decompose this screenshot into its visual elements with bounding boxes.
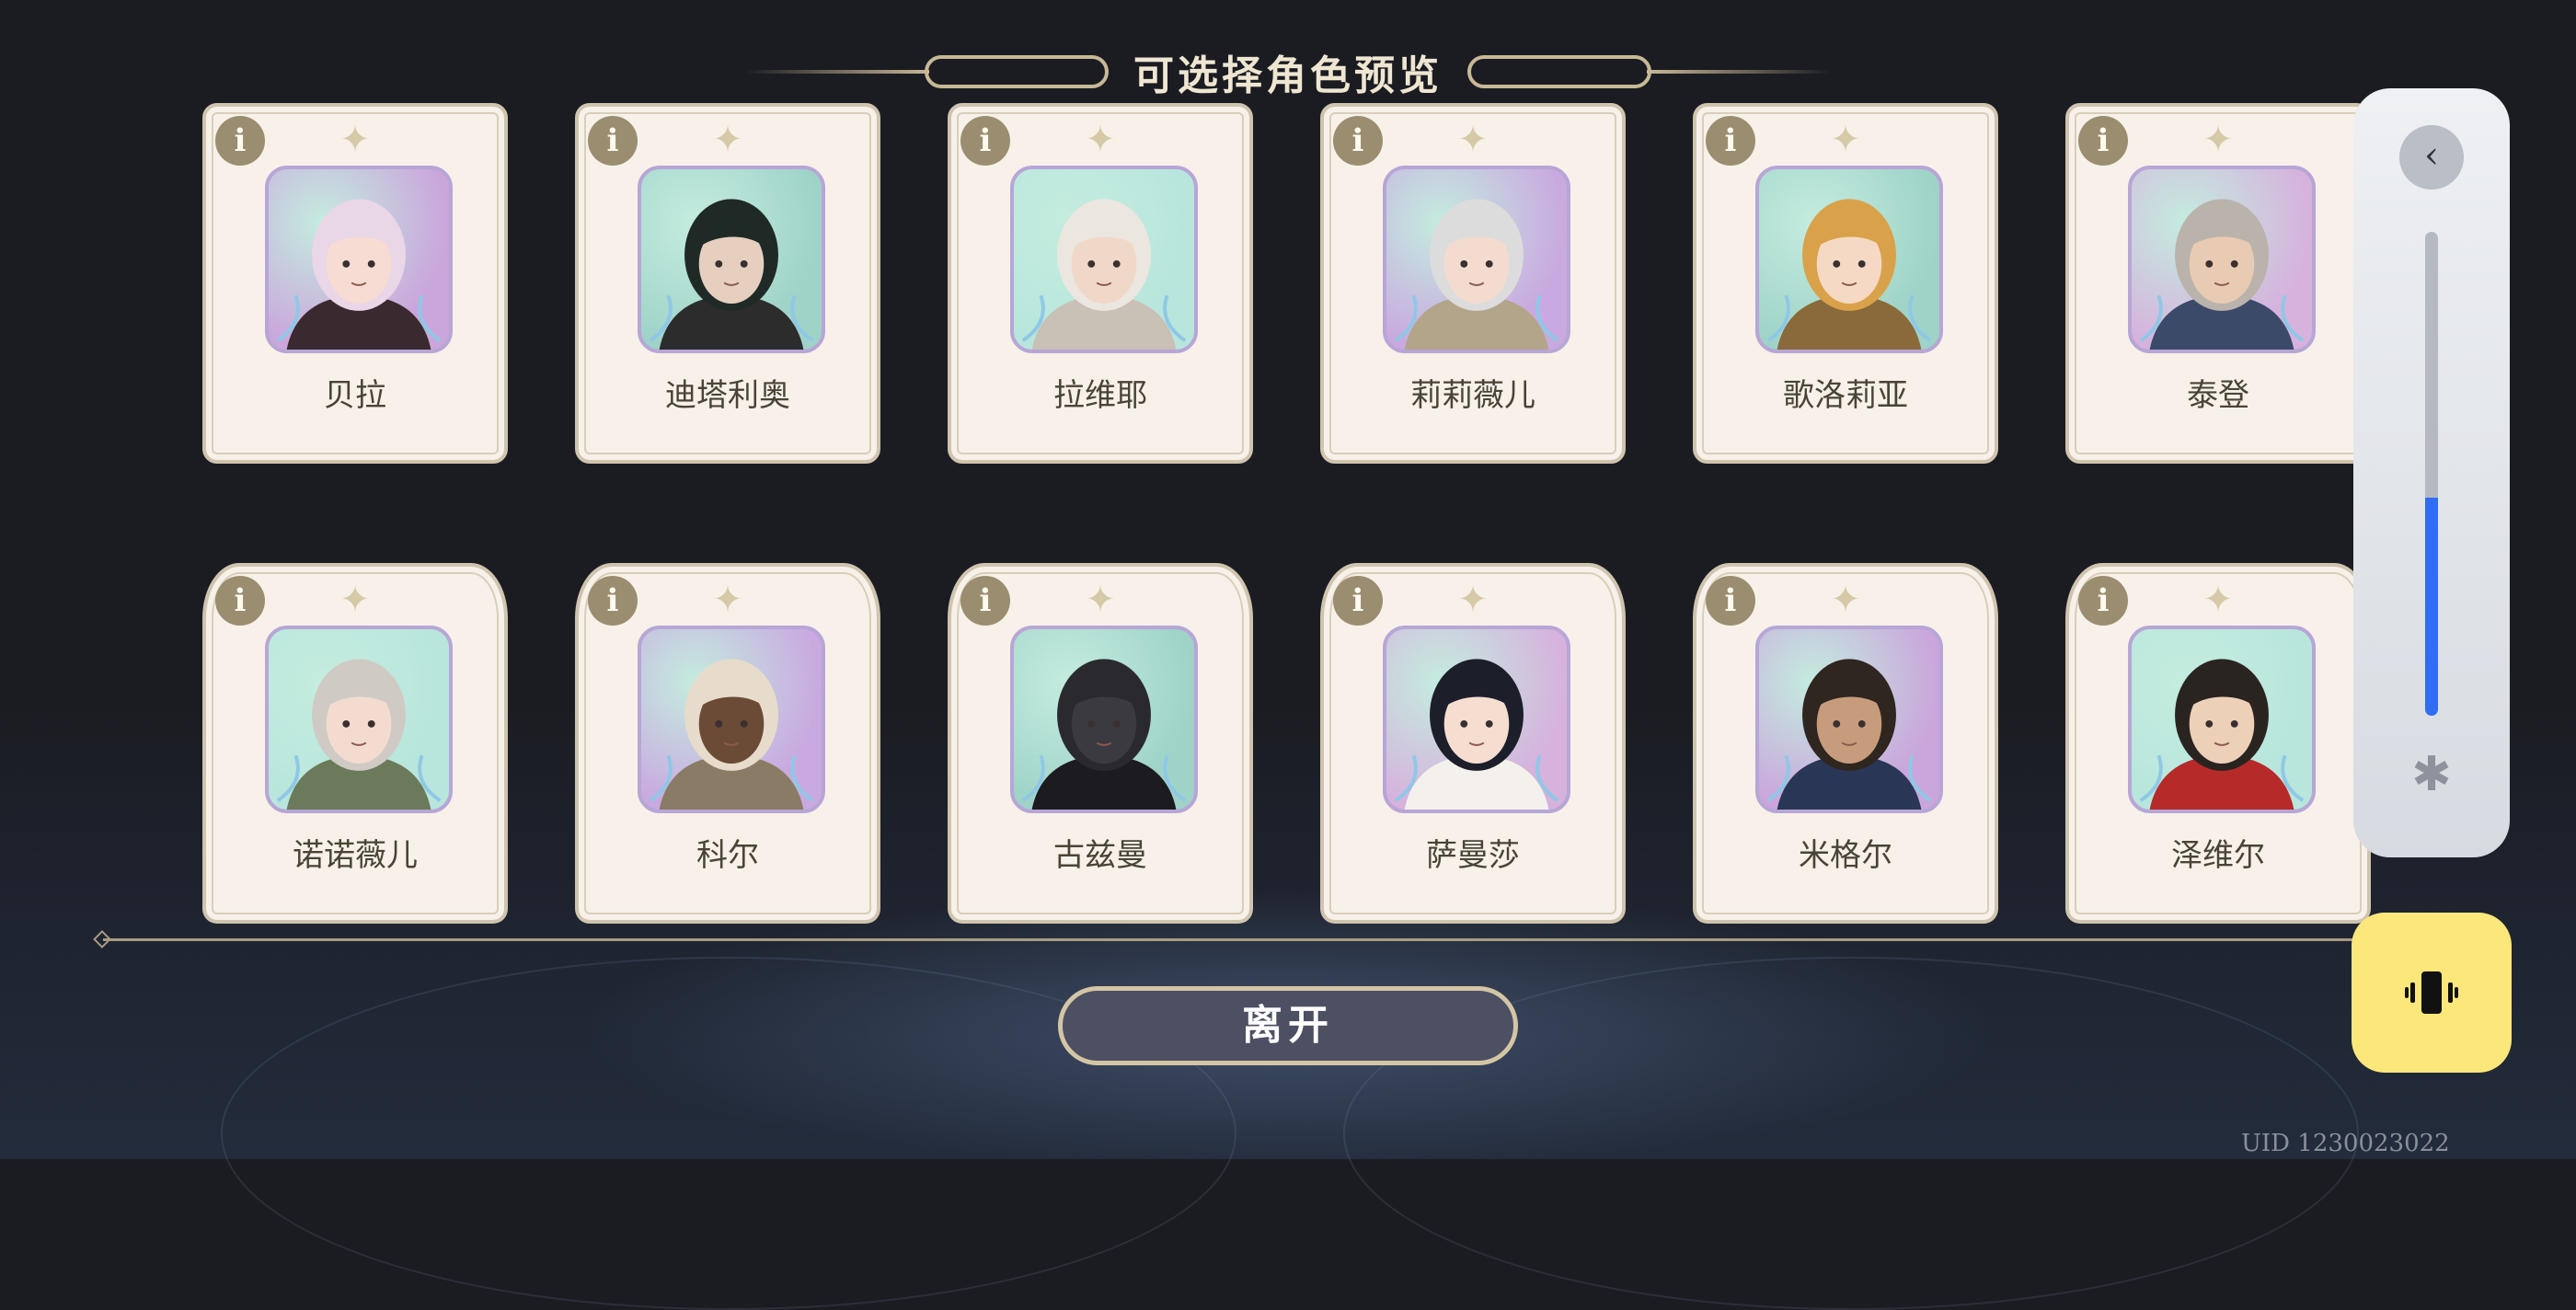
info-icon[interactable]: i (1706, 576, 1755, 626)
character-card[interactable]: ✦ i 萨曼莎 (1320, 563, 1626, 924)
info-icon[interactable]: i (1333, 576, 1383, 626)
sparkle-icon: ✦ (1085, 119, 1116, 161)
character-name: 歌洛莉亚 (1783, 377, 1908, 414)
divider (103, 938, 2353, 941)
character-grid: ✦ i 贝拉 ✦ i 迪塔利奥 ✦ i 拉维耶 ✦ i 莉莉薇儿 ✦ i 歌洛莉亚 ✦ i 泰登 ✦ i 诺诺薇儿 ✦ i 科… (202, 103, 2374, 931)
info-icon[interactable]: i (960, 576, 1010, 626)
portrait-art (2139, 659, 2305, 810)
character-card[interactable]: ✦ i 米格尔 (1693, 563, 1998, 924)
character-portrait (1383, 166, 1570, 353)
vibrate-button[interactable] (2352, 913, 2512, 1073)
sparkle-icon: ✦ (1830, 579, 1861, 621)
title-scroll-right (1467, 55, 1651, 88)
sparkle-icon: ✦ (712, 119, 743, 161)
character-name: 迪塔利奥 (665, 377, 790, 414)
portrait-art (649, 199, 814, 350)
character-card[interactable]: ✦ i 歌洛莉亚 (1693, 103, 1998, 464)
character-portrait (2128, 626, 2316, 813)
character-name: 科尔 (696, 837, 759, 874)
info-icon[interactable]: i (588, 116, 638, 166)
portrait-art (2139, 199, 2305, 350)
volume-level (2425, 498, 2438, 716)
volume-panel: ‹ ✱ (2353, 88, 2510, 857)
character-name: 米格尔 (1799, 837, 1892, 874)
character-card[interactable]: ✦ i 诺诺薇儿 (202, 563, 508, 924)
portrait-art (1394, 199, 1559, 350)
character-portrait (1383, 626, 1570, 813)
info-icon[interactable]: i (215, 116, 265, 166)
character-portrait (638, 626, 825, 813)
info-icon[interactable]: i (2078, 576, 2128, 626)
character-card[interactable]: ✦ i 拉维耶 (948, 103, 1253, 464)
portrait-art (276, 659, 442, 810)
character-portrait (1010, 626, 1198, 813)
character-name: 拉维耶 (1053, 377, 1147, 414)
portrait-art (1766, 659, 1932, 810)
portrait-art (1766, 199, 1932, 350)
uid-label: UID 1230023022 (2241, 1130, 2450, 1157)
character-name: 萨曼莎 (1426, 837, 1520, 874)
character-card[interactable]: ✦ i 泰登 (2065, 103, 2371, 464)
bluetooth-icon: ✱ (2411, 747, 2452, 802)
character-card[interactable]: ✦ i 古兹曼 (948, 563, 1253, 924)
character-portrait (1755, 166, 1943, 353)
sparkle-icon: ✦ (1457, 119, 1489, 161)
sparkle-icon: ✦ (2202, 119, 2234, 161)
character-name: 贝拉 (324, 377, 386, 414)
character-portrait (265, 626, 453, 813)
character-portrait (1010, 166, 1198, 353)
portrait-art (649, 659, 814, 810)
portrait-art (1021, 199, 1187, 350)
portrait-art (1021, 659, 1187, 810)
title-ornament-right (1647, 70, 1831, 74)
character-name: 古兹曼 (1053, 837, 1147, 874)
character-name: 莉莉薇儿 (1410, 377, 1535, 414)
character-name: 泰登 (2187, 377, 2249, 414)
character-portrait (265, 166, 453, 353)
vibrate-icon (2405, 971, 2458, 1014)
character-portrait (638, 166, 825, 353)
leave-button[interactable]: 离开 (1058, 986, 1518, 1065)
sparkle-icon: ✦ (1830, 119, 1861, 161)
sparkle-icon: ✦ (2202, 579, 2234, 621)
character-card[interactable]: ✦ i 莉莉薇儿 (1320, 103, 1626, 464)
volume-slider[interactable] (2425, 232, 2438, 716)
character-portrait (2128, 166, 2316, 353)
sparkle-icon: ✦ (339, 579, 371, 621)
portrait-art (1394, 659, 1559, 810)
title-banner: 可选择角色预览 (736, 37, 1840, 101)
character-card[interactable]: ✦ i 迪塔利奥 (575, 103, 880, 464)
info-icon[interactable]: i (960, 116, 1010, 166)
character-name: 诺诺薇儿 (293, 837, 418, 874)
sparkle-icon: ✦ (339, 119, 371, 161)
sparkle-icon: ✦ (1457, 579, 1489, 621)
info-icon[interactable]: i (588, 576, 638, 626)
character-card[interactable]: ✦ i 科尔 (575, 563, 880, 924)
info-icon[interactable]: i (1706, 116, 1755, 166)
sparkle-icon: ✦ (1085, 579, 1116, 621)
character-portrait (1755, 626, 1943, 813)
character-name: 泽维尔 (2171, 837, 2265, 874)
character-card[interactable]: ✦ i 泽维尔 (2065, 563, 2371, 924)
info-icon[interactable]: i (1333, 116, 1383, 166)
chevron-left-icon[interactable]: ‹ (2399, 125, 2464, 190)
character-card[interactable]: ✦ i 贝拉 (202, 103, 508, 464)
portrait-art (276, 199, 442, 350)
info-icon[interactable]: i (2078, 116, 2128, 166)
info-icon[interactable]: i (215, 576, 265, 626)
sparkle-icon: ✦ (712, 579, 743, 621)
